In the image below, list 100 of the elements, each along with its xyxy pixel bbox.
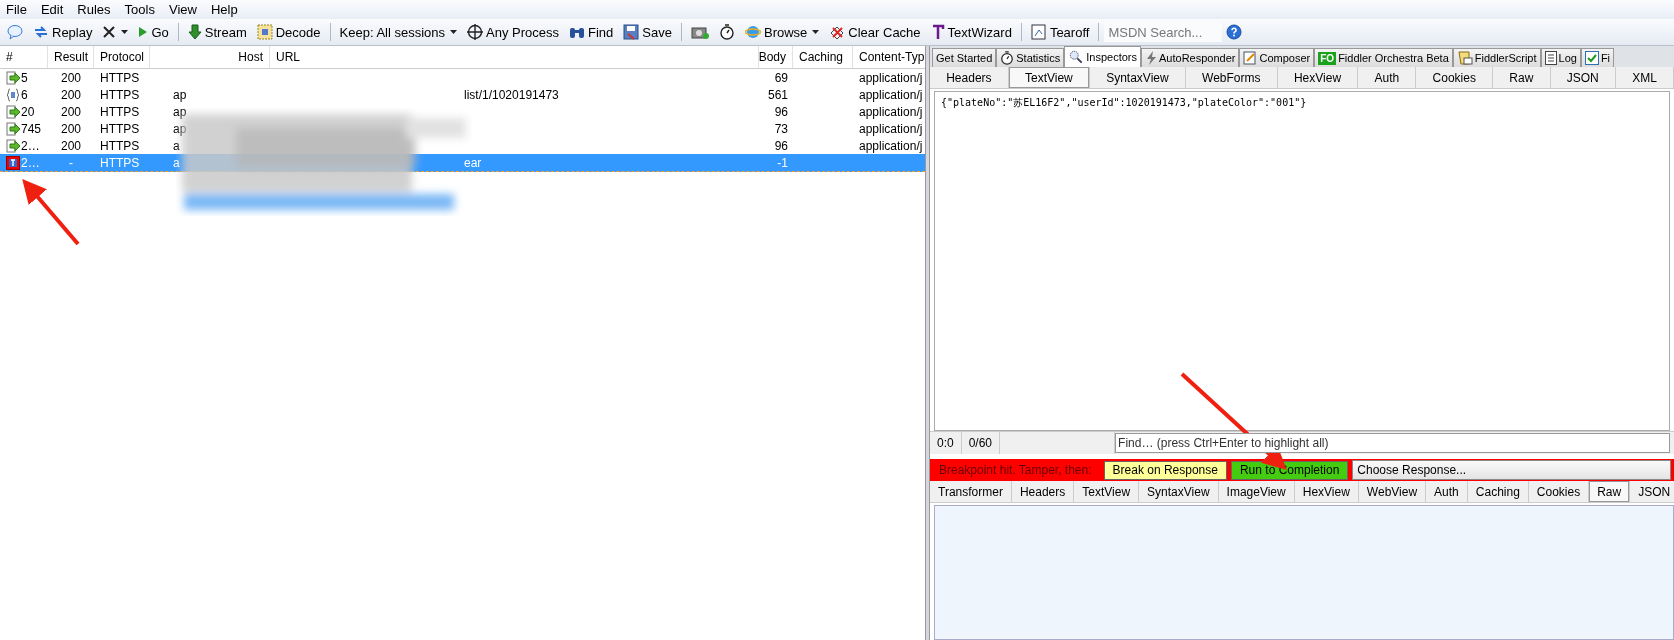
session-row[interactable]: 2… 200 HTTPS a 96 application/j bbox=[0, 137, 925, 154]
column-header[interactable]: Caching bbox=[793, 46, 853, 68]
tab[interactable]: Transformer bbox=[930, 481, 1012, 502]
toolbar-button[interactable]: Any Process bbox=[463, 21, 564, 43]
tab[interactable]: Auth bbox=[1426, 481, 1468, 502]
response-arrow-icon bbox=[6, 104, 20, 119]
tab[interactable]: Caching bbox=[1467, 481, 1529, 502]
column-header[interactable]: Result bbox=[48, 46, 94, 68]
session-row[interactable]: 745 200 HTTPS ap 73 application/j bbox=[0, 120, 925, 137]
tab[interactable]: TextView bbox=[1074, 481, 1140, 502]
tab[interactable]: FO Fiddler Orchestra Beta bbox=[1314, 48, 1453, 67]
tab[interactable]: ImageView bbox=[1218, 481, 1295, 502]
tab[interactable]: HexView bbox=[1294, 481, 1359, 502]
speech-bubble-icon bbox=[7, 24, 23, 40]
toolbar-button[interactable]: Keep: All sessions bbox=[335, 21, 462, 43]
column-header[interactable]: URL bbox=[270, 46, 759, 68]
column-header[interactable]: Protocol bbox=[94, 46, 150, 68]
column-header[interactable]: # bbox=[0, 46, 48, 68]
tab[interactable]: Fi bbox=[1580, 48, 1615, 67]
caret-icon bbox=[450, 30, 458, 34]
tab[interactable]: Raw bbox=[1589, 481, 1631, 502]
save-icon bbox=[623, 24, 640, 40]
menu-item[interactable]: Tools bbox=[124, 2, 155, 17]
toolbar-button[interactable]: Tearoff bbox=[1026, 21, 1094, 43]
table-cell-text: 200 bbox=[60, 121, 82, 136]
play-icon bbox=[138, 26, 149, 38]
menu-item[interactable]: Help bbox=[210, 2, 238, 17]
tab[interactable]: WebView bbox=[1358, 481, 1427, 502]
document-icon bbox=[1544, 51, 1557, 65]
toolbar-button[interactable]: Decode bbox=[252, 21, 325, 43]
response-arrow-icon bbox=[6, 138, 20, 153]
tab[interactable]: AutoResponder bbox=[1141, 48, 1240, 67]
letter-t-icon bbox=[930, 24, 945, 40]
table-cell: ap bbox=[173, 121, 187, 136]
toolbar-button[interactable]: Stream bbox=[183, 21, 251, 43]
menu-item[interactable]: Rules bbox=[77, 2, 111, 17]
menu-item[interactable]: File bbox=[6, 2, 27, 17]
session-row[interactable]: 5 200 HTTPS 69 application/j bbox=[0, 69, 925, 86]
request-body[interactable]: {"plateNo":"苏EL16F2","userId":1020191473,"plateColor":"001"} bbox=[934, 91, 1670, 431]
toolbar-button[interactable]: Replay bbox=[29, 21, 97, 43]
tab[interactable]: Raw bbox=[1493, 67, 1551, 88]
table-cell: application/j bbox=[859, 138, 923, 153]
table-cell: a bbox=[173, 155, 180, 170]
table-cell-text: HTTPS bbox=[99, 87, 141, 102]
tab[interactable]: JSON bbox=[1550, 67, 1616, 88]
breakpoint-icon bbox=[6, 155, 20, 170]
toolbar-button[interactable]: Find bbox=[565, 21, 618, 43]
tab[interactable]: XML bbox=[1616, 67, 1674, 88]
help-button[interactable] bbox=[1224, 22, 1245, 42]
tab[interactable]: Headers bbox=[1011, 481, 1075, 502]
tab[interactable]: Statistics bbox=[996, 48, 1065, 67]
crosshair-icon bbox=[467, 24, 484, 40]
tab[interactable]: SyntaxView bbox=[1139, 481, 1219, 502]
table-cell: application/j bbox=[859, 87, 923, 102]
table-cell: application/j bbox=[859, 104, 923, 119]
tab[interactable]: HexView bbox=[1277, 67, 1359, 88]
session-row[interactable]: 6 200 HTTPS ap list/1/1020191473 561 application/j bbox=[0, 86, 925, 103]
find-field[interactable]: Find… (press Ctrl+Enter to highlight all) bbox=[1115, 433, 1670, 453]
break-button[interactable]: Break on Response bbox=[1103, 460, 1227, 480]
search-field[interactable]: MSDN Search... bbox=[1104, 22, 1223, 42]
toolbar-button[interactable]: Go bbox=[134, 21, 173, 43]
tab[interactable]: Cookies bbox=[1416, 67, 1494, 88]
table-cell: application/j bbox=[859, 70, 923, 85]
toolbar-button[interactable]: Save bbox=[619, 21, 676, 43]
tab[interactable]: Inspectors bbox=[1064, 46, 1142, 67]
tab[interactable]: Composer bbox=[1239, 48, 1315, 67]
toolbar-button[interactable]: Browse bbox=[740, 21, 824, 43]
column-header[interactable]: Body bbox=[759, 46, 793, 68]
session-number: 6 bbox=[21, 87, 28, 102]
caret-icon bbox=[121, 30, 129, 34]
json-text: {"plateNo":"苏EL16F2","userId":1020191473,"plateColor":"001"} bbox=[941, 97, 1307, 108]
window-icon bbox=[1030, 24, 1047, 40]
response-dropdown[interactable]: Choose Response... bbox=[1352, 460, 1671, 480]
stopwatch-icon bbox=[718, 24, 735, 40]
tab[interactable]: TextView bbox=[1008, 67, 1090, 88]
tab[interactable]: JSON bbox=[1630, 481, 1674, 502]
table-cell-text: 96 bbox=[773, 104, 789, 119]
table-cell-text: 200 bbox=[60, 87, 82, 102]
tab[interactable]: Log bbox=[1540, 48, 1581, 67]
menu-item[interactable]: Edit bbox=[40, 2, 64, 17]
table-cell-text: -1 bbox=[776, 155, 789, 170]
tab[interactable]: Headers bbox=[930, 67, 1009, 88]
toolbar-button[interactable]: Clear Cache bbox=[825, 21, 925, 43]
tab[interactable]: SyntaxView bbox=[1090, 67, 1186, 88]
toolbar-button[interactable]: TextWizard bbox=[926, 21, 1016, 43]
menu-item[interactable]: View bbox=[168, 2, 197, 17]
tab[interactable]: Get Started bbox=[932, 48, 997, 67]
tab[interactable]: Auth bbox=[1358, 67, 1417, 88]
tab[interactable]: FiddlerScript bbox=[1452, 48, 1541, 67]
camera-icon bbox=[690, 24, 709, 40]
down-arrow-icon bbox=[187, 24, 202, 40]
lightning-icon bbox=[1145, 51, 1158, 65]
column-header[interactable]: Host bbox=[150, 46, 270, 68]
run-button[interactable]: Run to Completion bbox=[1230, 460, 1349, 480]
tab[interactable]: WebForms bbox=[1185, 67, 1278, 88]
session-number: 5 bbox=[21, 70, 28, 85]
session-row[interactable]: 20 200 HTTPS ap 96 application/j bbox=[0, 103, 925, 120]
table-cell-text: HTTPS bbox=[99, 138, 141, 153]
pencil-icon bbox=[1243, 51, 1258, 65]
checkbox-icon bbox=[1584, 51, 1599, 65]
